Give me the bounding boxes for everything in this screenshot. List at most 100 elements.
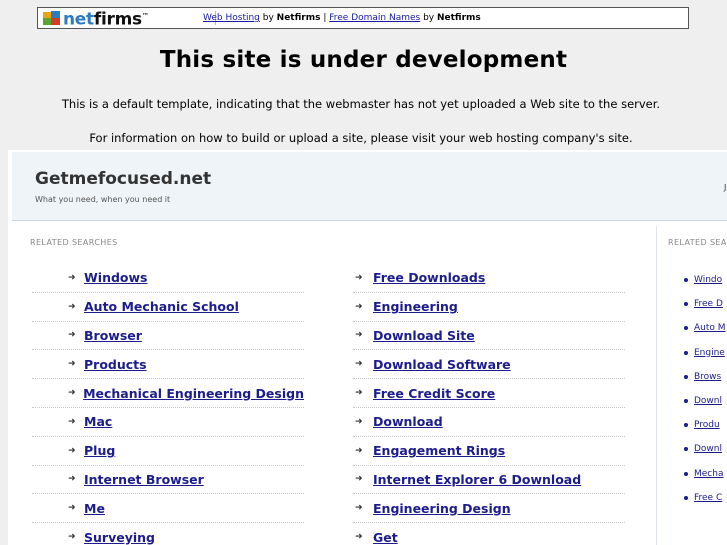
search-link[interactable]: Engineering [373, 299, 458, 314]
banner-by-text-2: by [420, 13, 437, 23]
arrow-right-icon: ➜ [68, 532, 76, 543]
arrow-right-icon: ➜ [68, 503, 76, 514]
side-search-link[interactable]: Downl [694, 396, 722, 406]
list-item: ➜ Free Credit Score [353, 379, 625, 408]
site-tagline: What you need, when you need it [35, 195, 171, 204]
side-list-item: Produ [684, 413, 727, 437]
info-text-template: This is a default template, indicating t… [61, 97, 661, 111]
list-item: ➜ Download Software [353, 350, 625, 380]
arrow-right-icon: ➜ [68, 359, 76, 370]
search-link[interactable]: Mac [84, 414, 112, 429]
side-search-link[interactable]: Auto M [694, 323, 726, 333]
list-item: ➜ Engagement Rings [353, 437, 625, 466]
arrow-right-icon: ➜ [355, 272, 363, 283]
search-link[interactable]: Plug [84, 443, 115, 458]
list-item: ➜ Download Site [353, 322, 625, 351]
side-list-item: Free D [684, 292, 727, 316]
arrow-right-icon: ➜ [355, 416, 363, 427]
netfirms-logo-text: netfirms™ [63, 9, 149, 30]
list-item: ➜ Free Downloads [353, 264, 625, 293]
list-item: ➜ Engineering Design [353, 494, 625, 524]
parked-site-panel: Getmefocused.net What you need, when you… [8, 150, 727, 545]
side-search-link[interactable]: Windo [694, 275, 722, 285]
bullet-icon [684, 326, 688, 331]
list-item: ➜ Mechanical Engineering Design [32, 379, 304, 408]
arrow-right-icon: ➜ [68, 416, 76, 427]
banner-by-text: by [259, 13, 277, 23]
arrow-right-icon: ➜ [68, 474, 76, 485]
search-link[interactable]: Mechanical Engineering Design [83, 386, 304, 401]
list-item: ➜ Windows [32, 264, 304, 293]
side-list-item: Downl [684, 437, 727, 461]
search-link[interactable]: Internet Browser [84, 472, 204, 487]
search-link[interactable]: Free Credit Score [373, 386, 495, 401]
search-link[interactable]: Auto Mechanic School [84, 299, 239, 314]
list-item: ➜ Plug [32, 437, 304, 466]
side-search-link[interactable]: Engine [694, 348, 725, 358]
side-search-link[interactable]: Brows [694, 372, 721, 382]
bullet-icon [684, 495, 688, 500]
search-link[interactable]: Engagement Rings [373, 443, 505, 458]
arrow-right-icon: ➜ [68, 272, 76, 283]
column-divider [656, 226, 657, 545]
search-link[interactable]: Me [84, 501, 105, 516]
side-list-item: Auto M [684, 316, 727, 340]
bullet-icon [684, 302, 688, 307]
web-hosting-link[interactable]: Web Hosting [203, 13, 260, 23]
list-item: ➜ Internet Browser [32, 466, 304, 495]
search-link[interactable]: Get [373, 530, 398, 545]
list-item: ➜ Products [32, 350, 304, 380]
side-search-link[interactable]: Produ [694, 420, 720, 430]
side-list-item: Mecha [684, 462, 727, 486]
list-item: ➜ Browser [32, 322, 304, 351]
banner-brand-text-2: Netfirms [436, 13, 481, 23]
search-link[interactable]: Download [373, 414, 443, 429]
bullet-icon [684, 278, 688, 283]
arrow-right-icon: ➜ [355, 330, 363, 341]
banner-pipe: | [320, 13, 330, 23]
arrow-right-icon: ➜ [355, 532, 363, 543]
arrow-right-icon: ➜ [355, 503, 363, 514]
arrow-right-icon: ➜ [68, 301, 76, 312]
search-link[interactable]: Surveying [84, 530, 155, 545]
banner-brand-text: Netfirms [276, 13, 321, 23]
side-search-link[interactable]: Free C [694, 493, 722, 503]
related-searches-right: ➜ Free Downloads ➜ Engineering ➜ Download Sit… [353, 264, 625, 545]
banner-links: Web Hosting by Netfirms | Free Domain Na… [203, 8, 481, 28]
arrow-right-icon: ➜ [355, 445, 363, 456]
site-brand[interactable]: Getmefocused.net [35, 169, 211, 189]
list-item: ➜ Mac [32, 408, 304, 437]
side-search-link[interactable]: Downl [694, 444, 722, 454]
search-link[interactable]: Windows [84, 270, 148, 285]
page-title: This site is under development [159, 47, 568, 73]
search-link[interactable]: Products [84, 357, 147, 372]
netfirms-logo[interactable]: netfirms™ [43, 9, 193, 30]
free-domain-names-link[interactable]: Free Domain Names [329, 13, 420, 23]
side-search-link[interactable]: Free D [694, 299, 723, 309]
list-item: ➜ Engineering [353, 293, 625, 322]
side-search-link[interactable]: Mecha [694, 469, 723, 479]
side-list-item: Engine [684, 341, 727, 365]
info-text-hosting: For information on how to build or uploa… [89, 131, 633, 145]
bullet-icon [684, 374, 688, 379]
search-link[interactable]: Free Downloads [373, 270, 485, 285]
arrow-right-icon: ➜ [68, 388, 76, 399]
search-link[interactable]: Browser [84, 328, 142, 343]
search-link[interactable]: Internet Explorer 6 Download [373, 472, 581, 487]
list-item: ➜ Auto Mechanic School [32, 293, 304, 322]
bullet-icon [684, 350, 688, 355]
bullet-icon [684, 447, 688, 452]
list-item: ➜ Download [353, 408, 625, 437]
arrow-right-icon: ➜ [68, 445, 76, 456]
search-link[interactable]: Engineering Design [373, 501, 511, 516]
search-link[interactable]: Download Site [373, 328, 475, 343]
list-item: ➜ Get [353, 523, 625, 545]
site-header: Getmefocused.net What you need, when you… [12, 152, 727, 221]
list-item: ➜ Me [32, 494, 304, 524]
search-link[interactable]: Download Software [373, 357, 511, 372]
netfirms-logo-icon [43, 10, 61, 26]
arrow-right-icon: ➜ [355, 388, 363, 399]
bullet-icon [684, 399, 688, 404]
list-item: ➜ Internet Explorer 6 Download [353, 466, 625, 495]
related-searches-side-label: RELATED SEA [668, 238, 727, 247]
